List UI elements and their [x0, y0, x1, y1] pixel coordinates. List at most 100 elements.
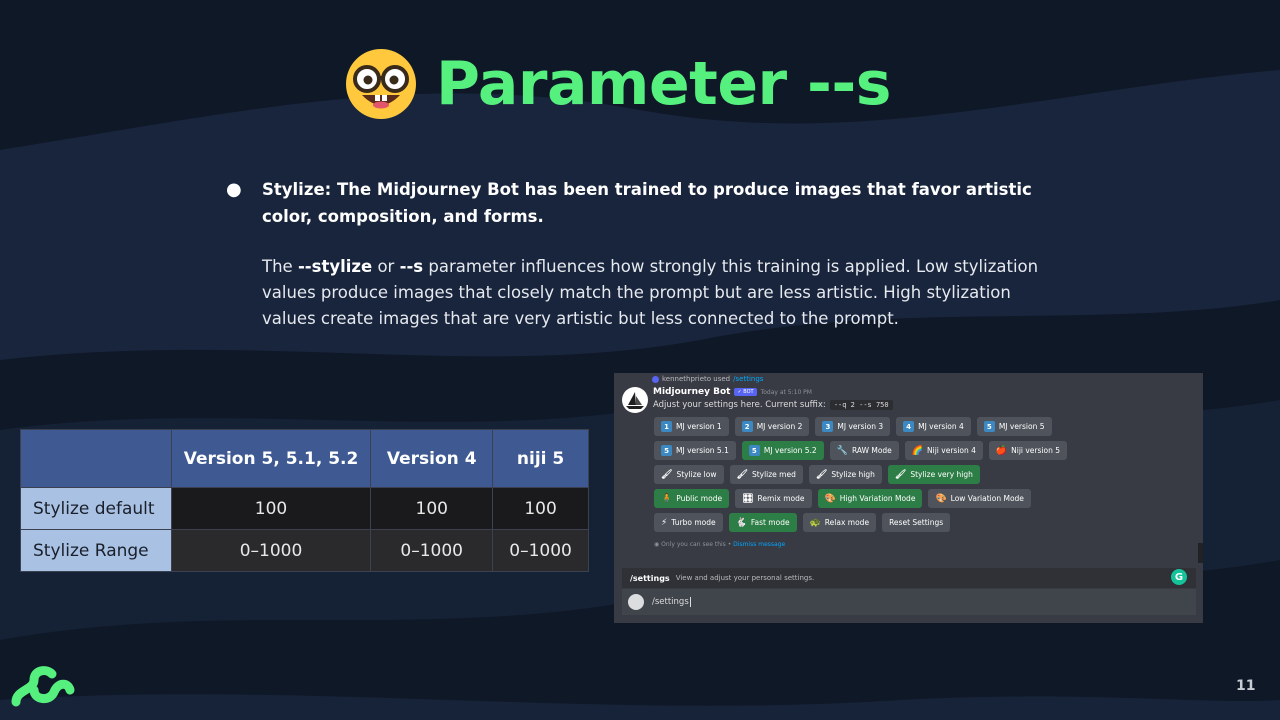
- setting-button-label: RAW Mode: [851, 446, 892, 455]
- setting-button[interactable]: 5 MJ version 5.2: [741, 441, 824, 460]
- button-emoji-icon: 🔧: [836, 445, 848, 456]
- bullet-icon: ●: [226, 179, 242, 200]
- keycap-number-icon: 1: [661, 421, 672, 432]
- setting-button-label: Stylize low: [676, 470, 717, 479]
- setting-button-label: Stylize med: [751, 470, 796, 479]
- keycap-number-icon: 5: [661, 445, 672, 456]
- button-emoji-icon: 🖌: [815, 469, 828, 480]
- setting-button[interactable]: 🎨 High Variation Mode: [817, 489, 923, 508]
- setting-button[interactable]: 3 MJ version 3: [815, 417, 891, 436]
- button-emoji-icon: 🌈: [911, 445, 924, 456]
- keycap-number-icon: 2: [741, 421, 753, 432]
- discord-icon: [652, 375, 659, 383]
- setting-button[interactable]: 🖌 Stylize med: [729, 465, 803, 484]
- button-row: 5 MJ version 5.1 5 MJ version 5.2 🔧 RAW Mode 🌈…: [654, 441, 1067, 460]
- setting-button[interactable]: 🎨 Low Variation Mode: [928, 489, 1031, 508]
- setting-button[interactable]: 5 MJ version 5.1: [654, 441, 736, 460]
- setting-button-label: Stylize high: [831, 470, 875, 479]
- setting-button[interactable]: 🌈 Niji version 4: [904, 441, 983, 460]
- setting-button[interactable]: 🖌 Stylize high: [808, 465, 882, 484]
- bot-username[interactable]: Midjourney Bot: [653, 387, 730, 397]
- setting-button-label: Niji version 4: [927, 446, 976, 455]
- command-name: /settings: [630, 573, 670, 583]
- reply-command-link[interactable]: /settings: [733, 375, 763, 383]
- scrollbar[interactable]: [1198, 543, 1203, 563]
- grammarly-icon[interactable]: G: [1171, 569, 1187, 585]
- content-block: ● Stylize: The Midjourney Bot has been t…: [226, 176, 1076, 332]
- button-row: 1 MJ version 1 2 MJ version 2 3 MJ version 3 4…: [654, 417, 1052, 436]
- setting-button-label: MJ version 1: [676, 422, 722, 431]
- reply-line: kennethprieto used /settings: [652, 375, 763, 383]
- setting-button[interactable]: 🐢 Relax mode: [802, 513, 877, 532]
- table-cell: 0–1000: [170, 529, 372, 572]
- bot-avatar[interactable]: [622, 387, 648, 413]
- setting-button[interactable]: 🖌 Stylize low: [654, 465, 724, 484]
- button-row: ⚡ Turbo mode 🐇 Fast mode 🐢 Relax mode Reset Se…: [654, 513, 951, 532]
- table-cell: 100: [492, 487, 589, 530]
- table-row: Stylize Range 0–1000 0–1000 0–1000: [20, 529, 589, 572]
- table-header-cell: Version 4: [370, 429, 494, 488]
- button-emoji-icon: 🧍: [661, 493, 673, 504]
- setting-button-label: Remix mode: [757, 494, 805, 503]
- sailboat-icon: [626, 392, 644, 409]
- setting-button[interactable]: 🧍 Public mode: [654, 489, 730, 508]
- button-emoji-icon: 🎛: [742, 493, 754, 504]
- setting-button[interactable]: Reset Settings: [882, 513, 951, 532]
- stylize-description: The --stylize or --s parameter influence…: [262, 257, 1039, 328]
- eye-icon: ◉: [654, 541, 660, 548]
- setting-button[interactable]: 5 MJ version 5: [976, 417, 1052, 436]
- setting-button[interactable]: 🎛 Remix mode: [735, 489, 812, 508]
- setting-button-label: Niji version 5: [1011, 446, 1060, 455]
- setting-button[interactable]: 2 MJ version 2: [734, 417, 810, 436]
- setting-button-label: MJ version 2: [756, 422, 803, 431]
- message-input[interactable]: /settings: [622, 589, 1196, 615]
- suffix-code: --q 2 --s 750: [829, 400, 893, 410]
- table-cell: 100: [370, 487, 494, 530]
- setting-button[interactable]: 1 MJ version 1: [654, 417, 729, 436]
- setting-button-label: High Variation Mode: [839, 494, 916, 503]
- message-input-value: /settings: [652, 597, 689, 607]
- stylize-table: Version 5, 5.1, 5.2 Version 4 niji 5 Sty…: [20, 429, 589, 572]
- setting-button-label: MJ version 5.1: [676, 446, 729, 455]
- setting-button-label: Fast mode: [750, 518, 790, 527]
- setting-button-label: MJ version 3: [837, 422, 884, 431]
- nerd-face-icon: [346, 49, 416, 119]
- message-timestamp: Today at 5:10 PM: [760, 388, 812, 396]
- setting-button[interactable]: 🐇 Fast mode: [728, 513, 797, 532]
- button-emoji-icon: 🖌: [894, 469, 907, 480]
- table-header-row: Version 5, 5.1, 5.2 Version 4 niji 5: [20, 429, 589, 488]
- bullet-heading: Stylize: The Midjourney Bot has been tra…: [262, 180, 1032, 226]
- setting-button[interactable]: 4 MJ version 4: [896, 417, 971, 436]
- row-label: Stylize default: [20, 487, 172, 530]
- button-emoji-icon: 🍎: [995, 445, 1008, 456]
- setting-button-label: Relax mode: [824, 518, 870, 527]
- button-emoji-icon: ⚡: [661, 517, 668, 528]
- discord-settings-screenshot: kennethprieto used /settings Midjourney …: [614, 373, 1203, 623]
- keycap-number-icon: 3: [822, 421, 834, 432]
- bot-mini-avatar: [628, 594, 644, 610]
- command-description: View and adjust your personal settings.: [675, 574, 815, 582]
- table-cell: 0–1000: [492, 529, 589, 572]
- keycap-number-icon: 5: [748, 445, 760, 456]
- dismiss-message-link[interactable]: Dismiss message: [733, 541, 785, 548]
- bot-badge: ✓ BOT: [734, 388, 757, 396]
- setting-button[interactable]: ⚡ Turbo mode: [654, 513, 723, 532]
- setting-button-label: Public mode: [676, 494, 723, 503]
- setting-button-label: Turbo mode: [671, 518, 716, 527]
- keycap-number-icon: 4: [903, 421, 915, 432]
- button-emoji-icon: 🐇: [735, 517, 747, 528]
- setting-button[interactable]: 🖌 Stylize very high: [887, 465, 980, 484]
- button-emoji-icon: 🖌: [661, 469, 673, 480]
- command-suggestion[interactable]: /settings View and adjust your personal …: [622, 568, 1196, 588]
- page-number: 11: [1236, 678, 1256, 694]
- keycap-number-icon: 5: [983, 421, 995, 432]
- setting-button[interactable]: 🔧 RAW Mode: [829, 441, 899, 460]
- title-text: Parameter --s: [436, 49, 892, 119]
- row-label: Stylize Range: [20, 529, 172, 572]
- setting-button-label: MJ version 4: [918, 422, 964, 431]
- s-flag: --s: [399, 257, 424, 276]
- setting-button-label: MJ version 5: [998, 422, 1045, 431]
- table-header-cell: Version 5, 5.1, 5.2: [170, 429, 372, 488]
- setting-button[interactable]: 🍎 Niji version 5: [988, 441, 1067, 460]
- table-corner-cell: [20, 429, 172, 488]
